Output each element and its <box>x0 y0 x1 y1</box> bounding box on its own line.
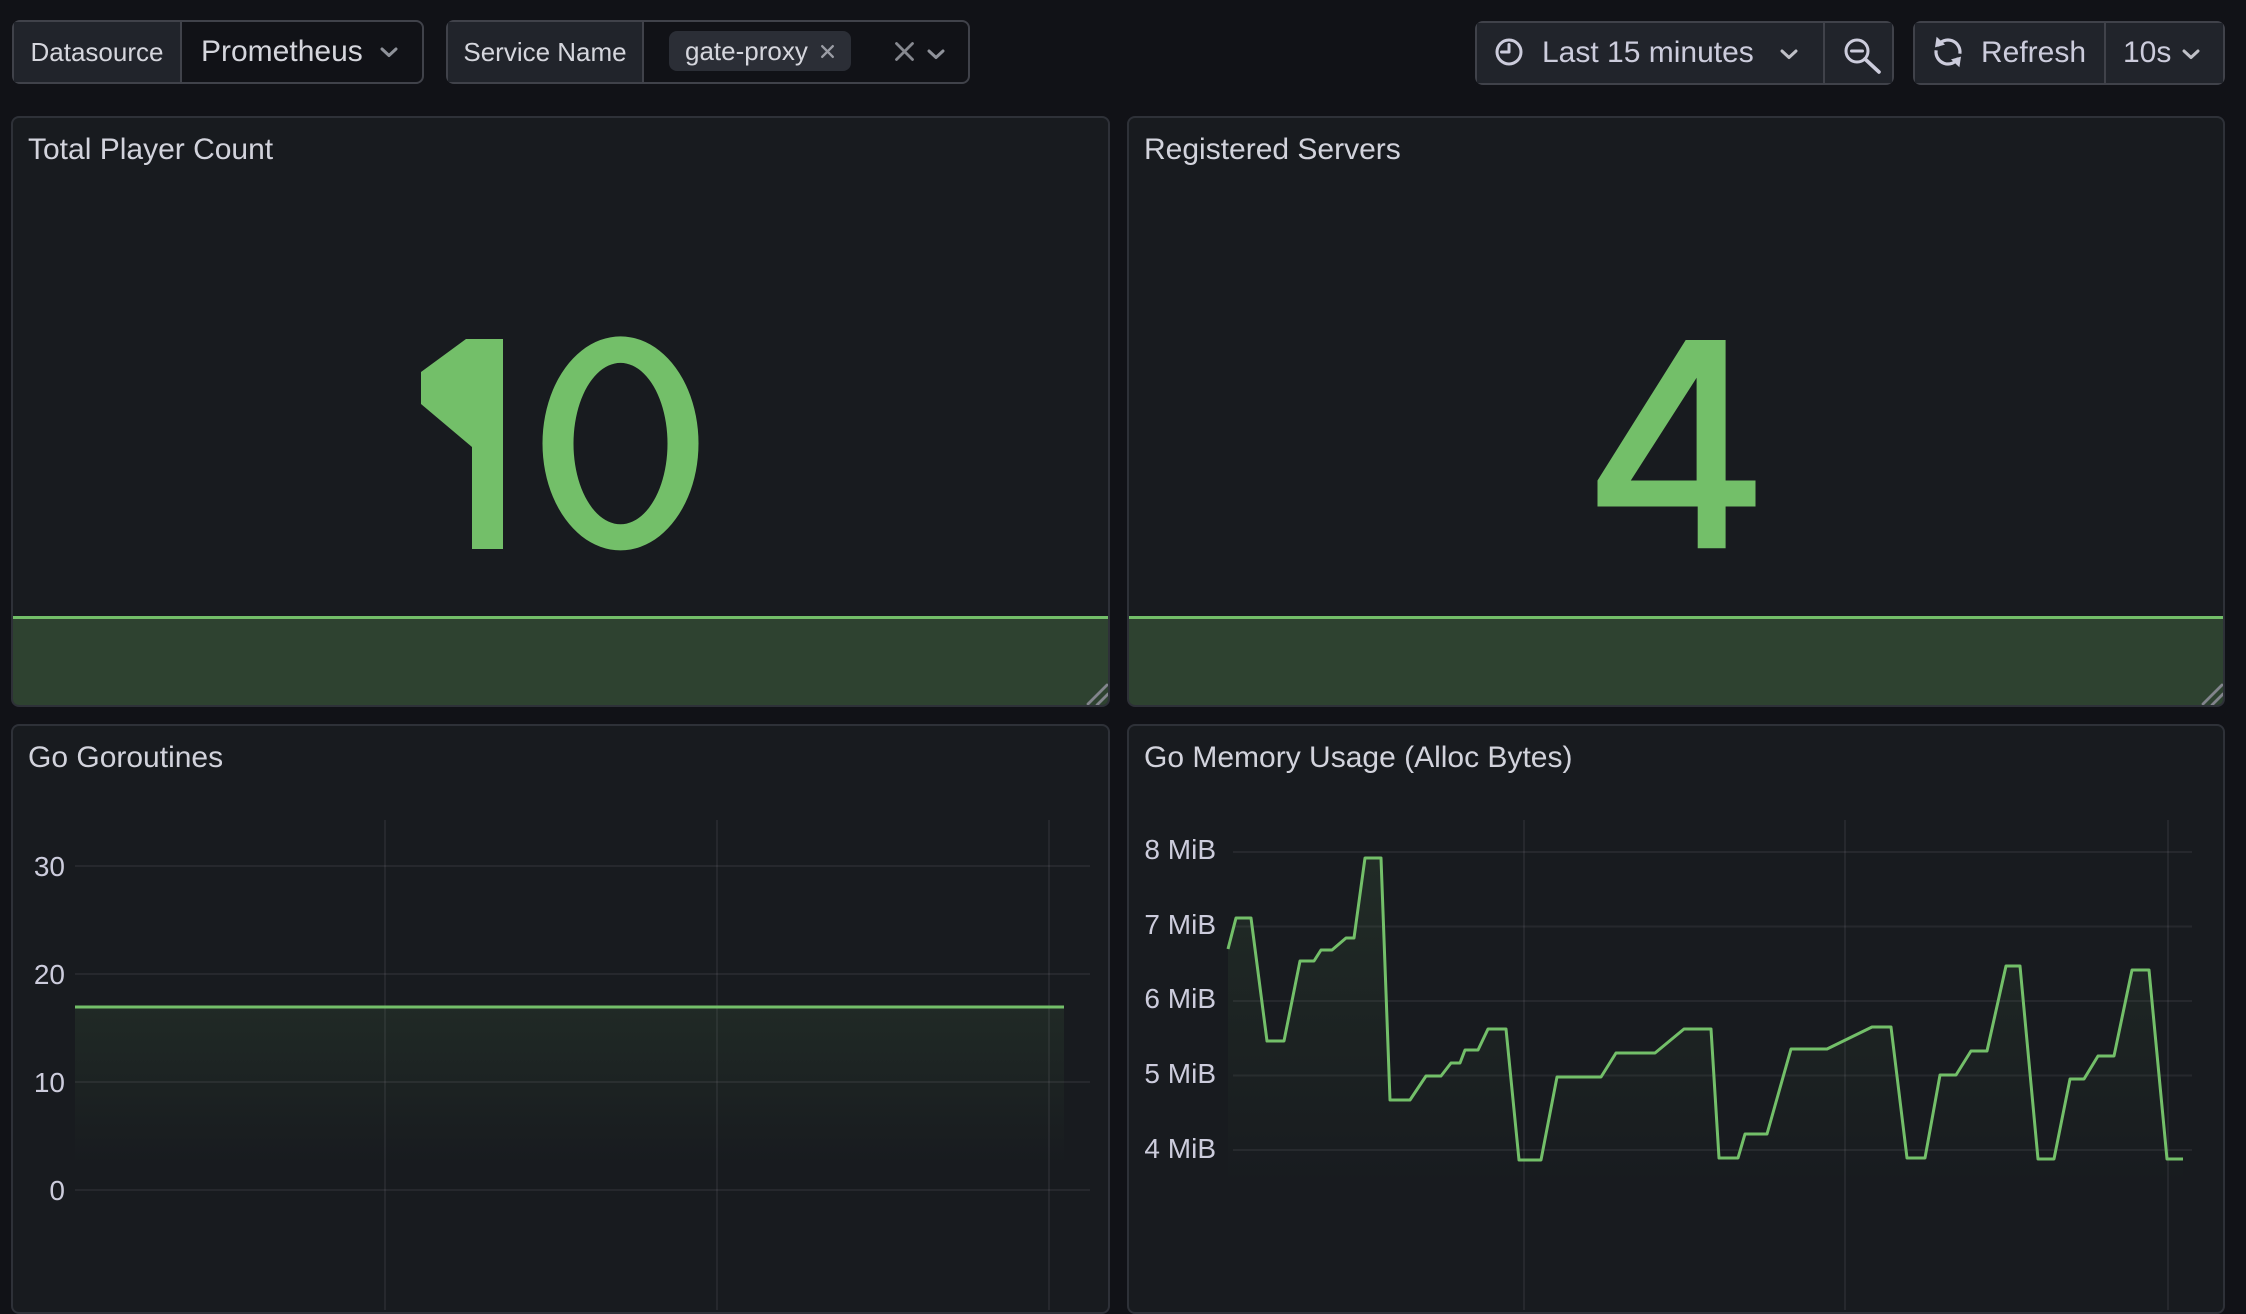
svg-text:4 MiB: 4 MiB <box>1144 1133 1216 1164</box>
svg-text:7 MiB: 7 MiB <box>1144 909 1216 940</box>
svg-text:30: 30 <box>34 851 65 882</box>
svg-text:20: 20 <box>34 959 65 990</box>
svg-text:6 MiB: 6 MiB <box>1144 983 1216 1014</box>
svg-text:10: 10 <box>34 1067 65 1098</box>
svg-text:8 MiB: 8 MiB <box>1144 834 1216 865</box>
svg-text:0: 0 <box>49 1175 65 1206</box>
svg-text:5 MiB: 5 MiB <box>1144 1058 1216 1089</box>
